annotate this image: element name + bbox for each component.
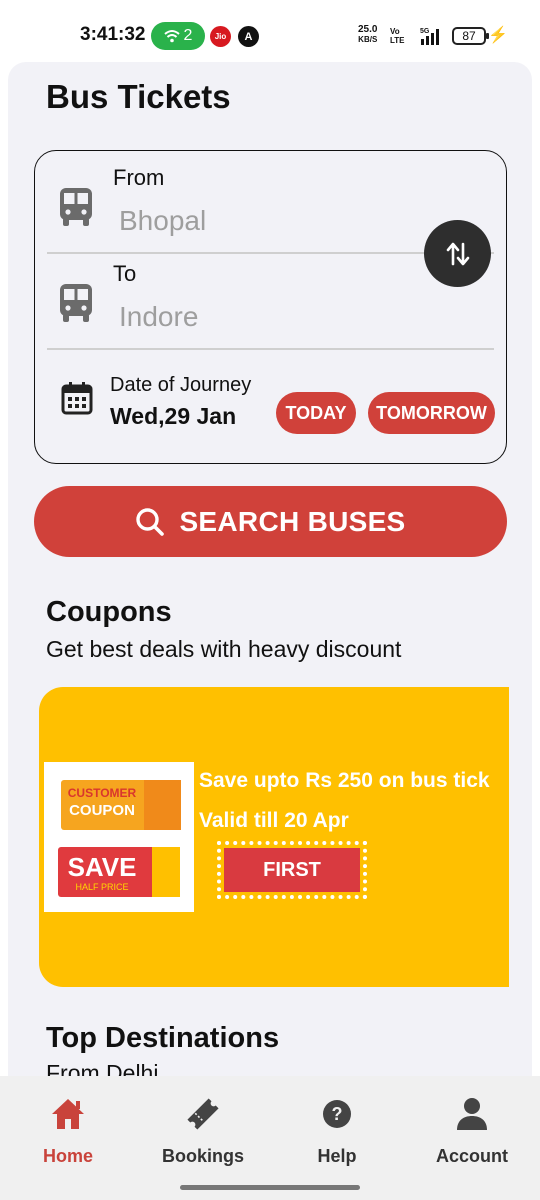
bottom-navigation: Home Bookings ? Help Account — [0, 1076, 540, 1200]
coupon-image-customer: CUSTOMER — [68, 786, 137, 800]
charging-icon: ⚡ — [488, 27, 508, 44]
jio-icon: Jio — [210, 26, 231, 47]
help-icon: ? — [319, 1096, 355, 1132]
network-speed-unit: KB/S — [358, 35, 378, 44]
search-buses-button[interactable]: SEARCH BUSES — [34, 486, 507, 557]
coupons-subtitle: Get best deals with heavy discount — [46, 636, 402, 662]
coupon-code: FIRST — [224, 848, 360, 892]
swap-button[interactable] — [424, 220, 491, 287]
battery-icon: 87 — [452, 27, 489, 45]
today-button[interactable]: TODAY — [276, 392, 356, 434]
to-label: To — [113, 261, 137, 286]
destinations-title: Top Destinations — [46, 1022, 280, 1054]
signal-icon: 5G — [420, 28, 439, 45]
status-bar: 3:41:32 2 Jio A 25.0 KB/S Vo LTE 5G 87 ⚡ — [0, 0, 540, 62]
coupons-title: Coupons — [46, 596, 172, 628]
ticket-icon — [185, 1096, 221, 1132]
nav-home-label: Home — [42, 1146, 93, 1166]
wifi-hotspot-pill: 2 — [151, 22, 205, 50]
tomorrow-button[interactable]: TOMORROW — [368, 392, 495, 434]
from-label: From — [113, 165, 165, 190]
coupon-tickets-graphic: CUSTOMER COUPON SAVE HALF PRICE — [58, 780, 181, 897]
network-type: 5G — [420, 28, 430, 35]
network-speed: 25.0 KB/S — [358, 25, 377, 45]
coupon-image-coupon: COUPON — [69, 802, 135, 819]
battery-level: 87 — [462, 29, 476, 43]
bus-icon — [60, 284, 92, 322]
bus-icon — [60, 188, 92, 226]
search-icon — [136, 507, 165, 536]
coupon-image-save: SAVE — [68, 852, 137, 882]
coupon-text: Save upto Rs 250 on bus tick Valid till … — [199, 761, 490, 841]
wifi-count: 2 — [183, 27, 193, 44]
nav-bookings-label: Bookings — [161, 1146, 244, 1166]
coupon-image-half-price: HALF PRICE — [75, 882, 128, 892]
account-icon — [454, 1096, 490, 1132]
to-input[interactable]: Indore — [119, 301, 198, 333]
wifi-icon — [163, 30, 180, 43]
nav-account[interactable]: Account — [412, 1096, 532, 1176]
coupon-code-box[interactable]: FIRST — [217, 841, 367, 899]
nav-account-label: Account — [436, 1146, 508, 1166]
coupon-validity-text: Valid till 20 Apr — [199, 809, 349, 832]
from-input[interactable]: Bhopal — [119, 205, 206, 237]
nav-help[interactable]: ? Help — [277, 1096, 397, 1176]
page-title: Bus Tickets — [46, 78, 231, 115]
coupon-offer-text: Save upto Rs 250 on bus tick — [199, 769, 490, 792]
swap-arrows-icon — [446, 242, 469, 265]
app-notification-icon: A — [238, 26, 259, 47]
nav-home[interactable]: Home — [8, 1096, 128, 1176]
network-speed-value: 25.0 — [358, 24, 378, 35]
search-card: From Bhopal To Indore Date of Journey We… — [34, 150, 507, 464]
calendar-icon — [61, 382, 93, 415]
home-indicator[interactable] — [180, 1185, 360, 1190]
destinations-subtitle: From Delhi — [46, 1060, 159, 1076]
nav-help-label: Help — [317, 1146, 357, 1166]
coupon-banner[interactable]: CUSTOMER COUPON SAVE HALF PRICE Save upt… — [39, 687, 509, 987]
divider — [47, 348, 494, 350]
main-content: Bus Tickets From Bhopal To Indore Date o… — [8, 62, 532, 1076]
search-buses-label: SEARCH BUSES — [179, 505, 406, 537]
nav-bookings[interactable]: Bookings — [143, 1096, 263, 1176]
date-value[interactable]: Wed,29 Jan — [110, 403, 236, 430]
svg-text:?: ? — [332, 1104, 343, 1124]
status-time: 3:41:32 — [80, 24, 146, 45]
coupon-image: CUSTOMER COUPON SAVE HALF PRICE — [44, 762, 194, 912]
date-label: Date of Journey — [110, 374, 252, 396]
home-icon — [50, 1096, 86, 1132]
volte-indicator: Vo LTE — [390, 27, 405, 45]
